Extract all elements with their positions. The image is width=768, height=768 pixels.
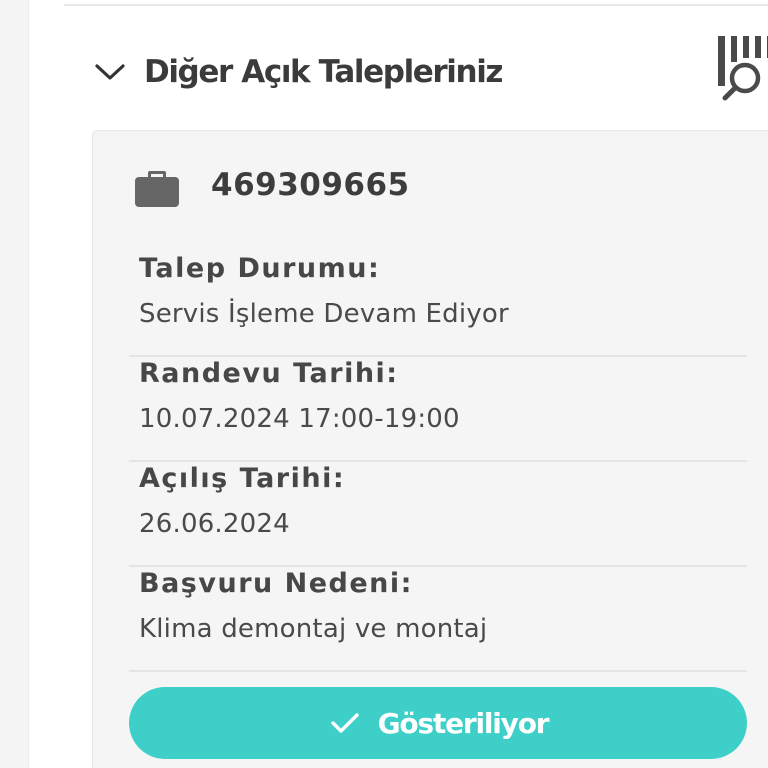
request-card: 469309665 Talep Durumu: Servis İşleme De…: [92, 130, 768, 768]
section-header[interactable]: Diğer Açık Talepleriniz: [92, 44, 768, 100]
field-opening-date: Açılış Tarihi: 26.06.2024: [129, 463, 747, 567]
field-request-status: Talep Durumu: Servis İşleme Devam Ediyor: [129, 253, 747, 357]
divider: [129, 670, 747, 672]
divider: [129, 565, 747, 567]
case-row: 469309665: [133, 161, 410, 209]
case-number: 469309665: [211, 167, 410, 203]
field-label: Başvuru Nedeni:: [139, 568, 413, 599]
check-icon: [328, 706, 362, 740]
showing-button-label: Gösteriliyor: [377, 706, 550, 740]
divider: [129, 460, 747, 462]
top-divider: [64, 4, 768, 6]
showing-button[interactable]: Gösteriliyor: [129, 687, 747, 759]
field-appointment-date: Randevu Tarihi: 10.07.2024 17:00-19:00: [129, 358, 747, 462]
briefcase-icon: [133, 161, 181, 209]
field-value: 26.06.2024: [139, 509, 290, 539]
section-title: Diğer Açık Talepleriniz: [144, 54, 503, 90]
page: Diğer Açık Talepleriniz 469309665 Talep …: [0, 0, 768, 768]
chevron-down-icon[interactable]: [92, 58, 128, 86]
search-list-icon[interactable]: [716, 34, 768, 102]
field-value: 10.07.2024 17:00-19:00: [139, 404, 460, 434]
field-label: Açılış Tarihi:: [139, 463, 346, 494]
field-value: Servis İşleme Devam Ediyor: [139, 299, 509, 329]
field-application-reason: Başvuru Nedeni: Klima demontaj ve montaj: [129, 568, 747, 672]
field-label: Talep Durumu:: [139, 253, 381, 284]
field-label: Randevu Tarihi:: [139, 358, 399, 389]
field-value: Klima demontaj ve montaj: [139, 614, 488, 644]
divider: [129, 355, 747, 357]
